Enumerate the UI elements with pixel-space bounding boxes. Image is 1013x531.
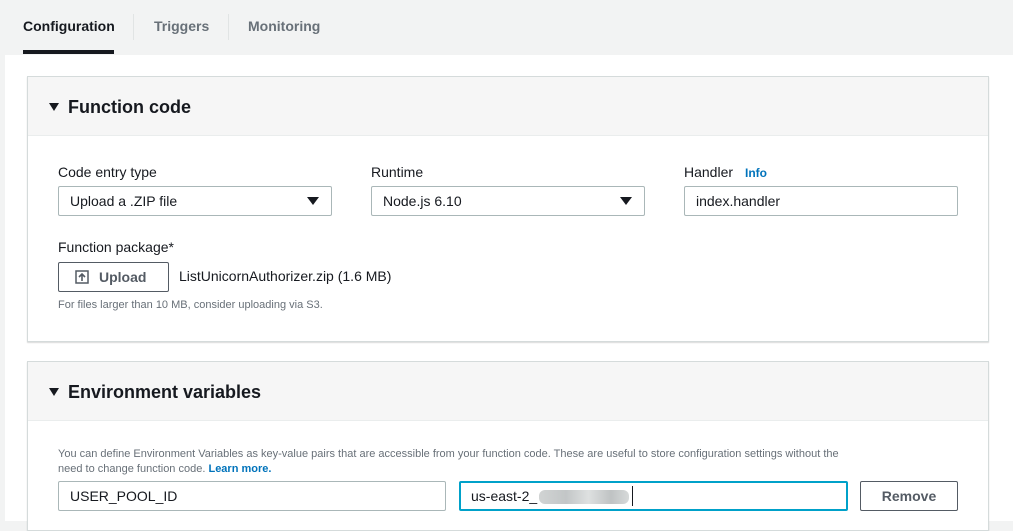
env-value-prefix: us-east-2_ — [471, 488, 538, 504]
tab-bar: Configuration Triggers Monitoring — [0, 0, 1013, 55]
function-code-panel: Function code Code entry type Upload a .… — [27, 76, 989, 342]
env-description-line1: You can define Environment Variables as … — [58, 448, 839, 460]
function-code-header[interactable]: Function code — [28, 77, 988, 136]
code-entry-type-label: Code entry type — [58, 164, 157, 180]
env-description-line2-container: need to change function code. Learn more… — [58, 462, 271, 477]
redacted-value — [539, 490, 629, 504]
runtime-value: Node.js 6.10 — [383, 193, 462, 209]
function-package-label: Function package* — [58, 239, 174, 255]
env-description-line2: need to change function code. — [58, 463, 206, 475]
dropdown-arrow-icon — [307, 197, 319, 205]
upload-button-label: Upload — [99, 269, 147, 285]
active-tab-indicator — [23, 50, 114, 54]
handler-value: index.handler — [696, 193, 781, 209]
text-cursor — [632, 486, 633, 506]
caret-down-icon[interactable] — [49, 103, 59, 111]
caret-down-icon[interactable] — [49, 388, 59, 396]
env-value-input[interactable]: us-east-2_ — [459, 481, 848, 511]
handler-info-link[interactable]: Info — [745, 166, 767, 180]
runtime-select[interactable]: Node.js 6.10 — [371, 186, 645, 216]
runtime-label: Runtime — [371, 164, 424, 180]
tab-divider — [133, 14, 134, 40]
configuration-content: Function code Code entry type Upload a .… — [5, 55, 1013, 531]
handler-label: Handler — [684, 164, 734, 180]
tab-divider — [228, 14, 229, 40]
upload-icon — [75, 270, 89, 284]
tab-triggers[interactable]: Triggers — [154, 18, 209, 34]
env-key-input[interactable]: USER_POOL_ID — [58, 481, 446, 511]
remove-button[interactable]: Remove — [860, 481, 958, 511]
learn-more-link[interactable]: Learn more. — [208, 463, 271, 475]
uploaded-file-name: ListUnicornAuthorizer.zip (1.6 MB) — [179, 268, 392, 284]
env-key-value: USER_POOL_ID — [70, 488, 178, 504]
handler-input[interactable]: index.handler — [684, 186, 958, 216]
tab-configuration[interactable]: Configuration — [23, 18, 115, 34]
upload-button[interactable]: Upload — [58, 262, 169, 292]
environment-variables-header[interactable]: Environment variables — [28, 362, 988, 421]
code-entry-type-select[interactable]: Upload a .ZIP file — [58, 186, 332, 216]
tab-monitoring[interactable]: Monitoring — [248, 18, 320, 34]
environment-variables-panel: Environment variables You can define Env… — [27, 361, 989, 531]
code-entry-type-value: Upload a .ZIP file — [70, 193, 178, 209]
environment-variables-title: Environment variables — [68, 382, 262, 402]
package-help-text: For files larger than 10 MB, consider up… — [58, 299, 323, 311]
dropdown-arrow-icon — [620, 197, 632, 205]
function-code-title: Function code — [68, 97, 191, 117]
